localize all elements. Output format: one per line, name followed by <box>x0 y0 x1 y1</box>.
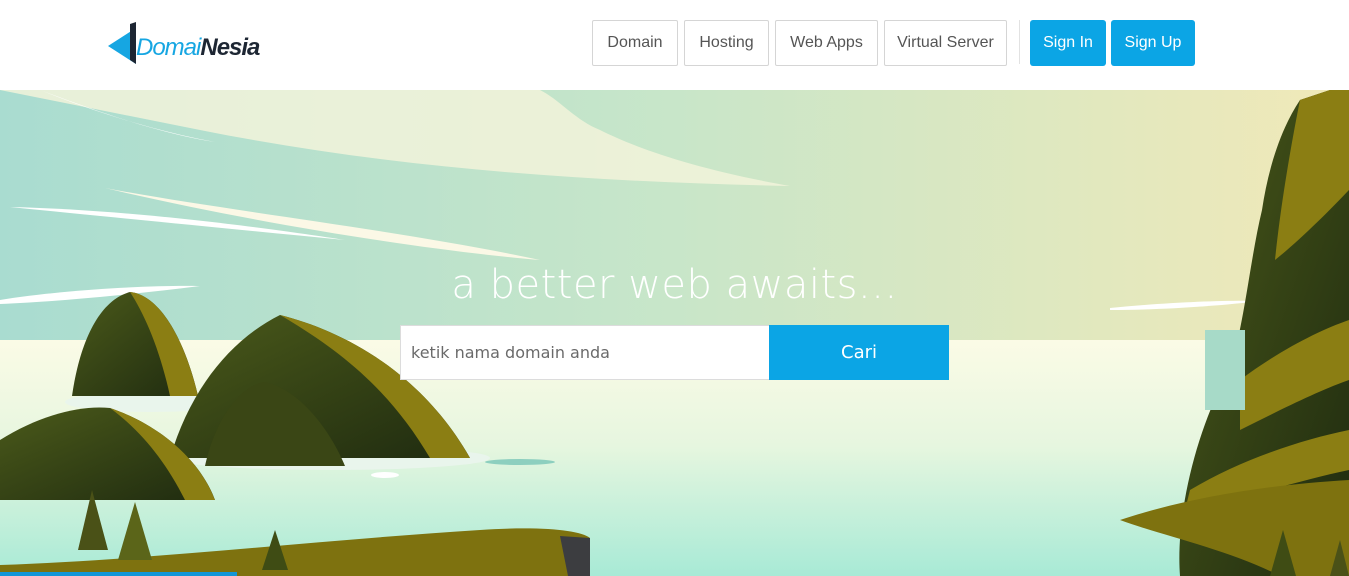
sign-in-button[interactable]: Sign In <box>1030 20 1106 66</box>
domain-search-form: Cari <box>400 325 949 380</box>
nav-virtual-server-button[interactable]: Virtual Server <box>884 20 1007 66</box>
logo-wordmark: DomaiNesia <box>136 34 260 61</box>
sign-up-button[interactable]: Sign Up <box>1111 20 1195 66</box>
domainesia-logo[interactable]: DomaiNesia <box>106 20 262 70</box>
nav-hosting-button[interactable]: Hosting <box>684 20 769 66</box>
nav-divider <box>1019 20 1020 64</box>
bottom-accent-bar <box>0 572 237 576</box>
hero-tagline: a better web awaits... <box>451 262 898 308</box>
domain-search-input[interactable] <box>400 325 769 380</box>
site-header: DomaiNesia Domain Hosting Web Apps Virtu… <box>0 0 1349 90</box>
nav-web-apps-button[interactable]: Web Apps <box>775 20 878 66</box>
search-button[interactable]: Cari <box>769 325 949 380</box>
nav-domain-button[interactable]: Domain <box>592 20 678 66</box>
main-nav: Domain Hosting Web Apps Virtual Server <box>592 20 1013 66</box>
hero-section: a better web awaits... Cari <box>0 90 1349 576</box>
